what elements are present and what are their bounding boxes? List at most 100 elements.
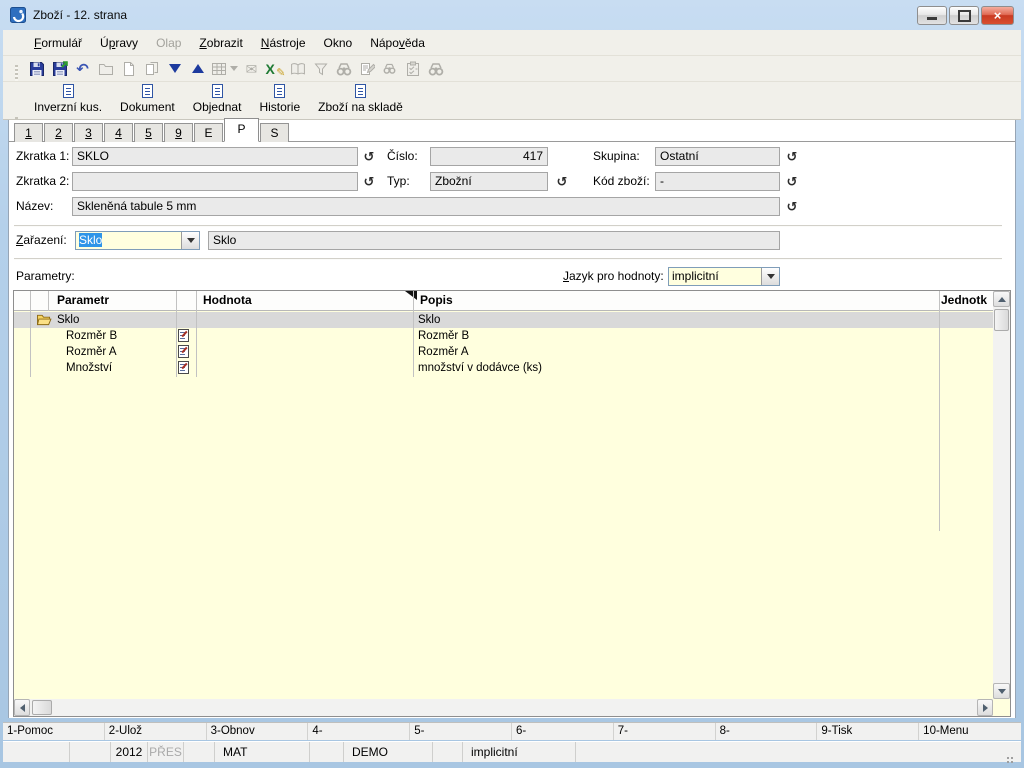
historie-button[interactable]: Historie	[250, 82, 309, 114]
fkey-4[interactable]: 4-	[308, 723, 410, 740]
jazyk-dropdown-button[interactable]	[761, 268, 779, 285]
excel-export-icon: X✎	[266, 61, 284, 77]
search-icon	[336, 61, 352, 77]
zarazeni-dropdown-button[interactable]	[181, 232, 199, 249]
dokument-button[interactable]: Dokument	[111, 82, 184, 114]
typ-history-icon[interactable]: ↺	[554, 174, 570, 190]
table-row-rozmer-a[interactable]: Rozměr A Rozměr A	[14, 344, 993, 360]
zkratka1-history-icon[interactable]: ↺	[361, 149, 377, 165]
table-row-rozmer-b[interactable]: Rozměr B Rozměr B	[14, 328, 993, 344]
kod-zbozi-history-icon[interactable]: ↺	[784, 174, 800, 190]
fkey-obnov[interactable]: 3-Obnov	[207, 723, 309, 740]
zbozi-na-sklade-button[interactable]: Zboží na skladě	[309, 82, 412, 114]
undo-button[interactable]: ↶	[71, 58, 94, 80]
edit-note-icon[interactable]	[178, 361, 189, 374]
scroll-right-button[interactable]	[977, 699, 993, 716]
fkey-5[interactable]: 5-	[410, 723, 512, 740]
menu-item-nastroje[interactable]: Nástroje	[252, 33, 315, 53]
column-divider	[30, 291, 31, 377]
status-bar: 2012 PŘES MAT DEMO implicitní	[3, 741, 1021, 762]
save-button[interactable]	[25, 58, 48, 80]
document-icon	[63, 84, 74, 98]
column-divider	[413, 291, 414, 377]
fkey-menu[interactable]: 10-Menu	[919, 723, 1021, 740]
window-title: Zboží - 12. strana	[33, 8, 127, 22]
menu-item-napoveda[interactable]: Nápověda	[361, 33, 434, 53]
jazyk-label: Jazyk pro hodnoty:	[563, 267, 664, 286]
column-divider	[939, 291, 940, 531]
inverzni-kus-button[interactable]: Inverzní kus.	[25, 82, 111, 114]
jednotka-column-header[interactable]: Jednotk	[941, 291, 987, 310]
resize-grip[interactable]	[1011, 757, 1013, 759]
zkratka1-label: Zkratka 1:	[16, 147, 69, 166]
typ-field[interactable]: Zbožní	[430, 172, 548, 191]
close-button[interactable]: ×	[981, 6, 1014, 25]
menu-item-okno[interactable]: Okno	[315, 33, 362, 53]
document-icon	[274, 84, 285, 98]
tab-2[interactable]: 2	[44, 123, 73, 142]
chevron-down-icon	[230, 66, 238, 71]
table-row-group-sklo[interactable]: Sklo Sklo	[14, 312, 993, 328]
table-row-mnozstvi[interactable]: Množství množství v dodávce (ks)	[14, 360, 993, 376]
horizontal-scrollbar[interactable]	[14, 699, 993, 716]
tab-s[interactable]: S	[260, 123, 289, 142]
zarazeni-combobox[interactable]: Sklo	[75, 231, 200, 250]
menu-item-zobrazit[interactable]: Zobrazit	[190, 33, 251, 53]
v-scroll-thumb[interactable]	[994, 309, 1009, 331]
fkey-uloz[interactable]: 2-Ulož	[105, 723, 207, 740]
edit-note-icon[interactable]	[178, 345, 189, 358]
h-scroll-thumb[interactable]	[32, 700, 52, 715]
status-cell-empty-2	[70, 742, 111, 762]
menu-item-upravy[interactable]: Úpravy	[91, 33, 147, 53]
nazev-history-icon[interactable]: ↺	[784, 199, 800, 215]
filter-icon	[313, 61, 329, 77]
skupina-field[interactable]: Ostatní	[655, 147, 780, 166]
fkey-pomoc[interactable]: 1-Pomoc	[3, 723, 105, 740]
fkey-7[interactable]: 7-	[614, 723, 716, 740]
hodnota-column-header[interactable]: Hodnota	[203, 291, 252, 310]
zkratka1-field[interactable]: SKLO	[72, 147, 358, 166]
tab-1[interactable]: 1	[14, 123, 43, 142]
jazyk-combobox[interactable]: implicitní	[668, 267, 780, 286]
tab-3[interactable]: 3	[74, 123, 103, 142]
vertical-scrollbar[interactable]	[993, 291, 1010, 699]
menu-item-formular[interactable]: Formulář	[25, 33, 91, 53]
kod-zbozi-field[interactable]: -	[655, 172, 780, 191]
nazev-field[interactable]: Skleněná tabule 5 mm	[72, 197, 780, 216]
fkey-8[interactable]: 8-	[716, 723, 818, 740]
excel-export-button[interactable]: X✎	[263, 58, 286, 80]
tasks-button	[401, 58, 424, 80]
popis-cell: množství v dodávce (ks)	[418, 360, 933, 376]
tab-9[interactable]: 9	[164, 123, 193, 142]
tab-p[interactable]: P	[224, 118, 259, 142]
column-divider	[48, 291, 49, 311]
maximize-button[interactable]	[949, 6, 979, 25]
scroll-left-button[interactable]	[14, 699, 30, 716]
save-as-button[interactable]	[48, 58, 71, 80]
hodnota-cell	[203, 344, 418, 360]
zkratka2-field[interactable]	[72, 172, 358, 191]
window-titlebar[interactable]: Zboží - 12. strana ×	[0, 0, 1024, 30]
zkratka2-history-icon[interactable]: ↺	[361, 174, 377, 190]
zkratka2-label: Zkratka 2:	[16, 172, 69, 191]
move-up-button[interactable]	[186, 58, 209, 80]
find-records-button	[424, 58, 447, 80]
skupina-history-icon[interactable]: ↺	[784, 149, 800, 165]
cislo-field[interactable]: 417	[430, 147, 548, 166]
tab-5[interactable]: 5	[134, 123, 163, 142]
tab-4[interactable]: 4	[104, 123, 133, 142]
objednat-button[interactable]: Objednat	[184, 82, 251, 114]
zarazeni-path-field[interactable]: Sklo	[208, 231, 780, 250]
move-down-button[interactable]	[163, 58, 186, 80]
minimize-button[interactable]	[917, 6, 947, 25]
fkey-6[interactable]: 6-	[512, 723, 614, 740]
table-view-icon	[211, 61, 227, 77]
popis-column-header[interactable]: Popis	[420, 291, 453, 310]
scroll-down-button[interactable]	[993, 683, 1010, 699]
tab-e[interactable]: E	[194, 123, 223, 142]
parametr-column-header[interactable]: Parametr	[57, 291, 109, 310]
zarazeni-label: Zařazení:	[16, 231, 67, 250]
scroll-up-button[interactable]	[993, 291, 1010, 307]
fkey-tisk[interactable]: 9-Tisk	[817, 723, 919, 740]
edit-note-icon[interactable]	[178, 329, 189, 342]
